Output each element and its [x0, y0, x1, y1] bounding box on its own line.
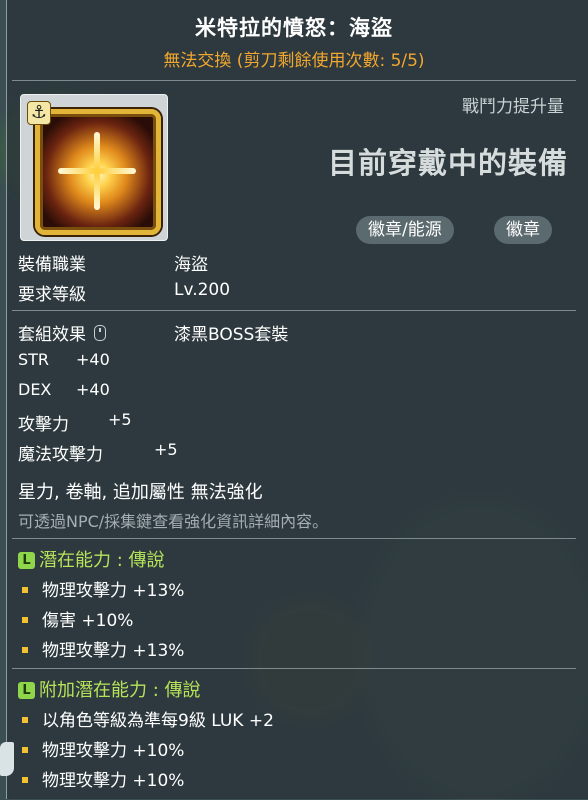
bullet-icon: [22, 717, 28, 723]
legendary-badge: L: [18, 682, 35, 699]
requirement-label: 裝備職業: [18, 255, 86, 275]
trade-status: 無法交換 (剪刀剩餘使用次數: 5/5): [163, 51, 425, 71]
stat-attack: 攻擊力 +5: [18, 410, 132, 435]
stat-value: +40: [76, 380, 110, 399]
potential-line: 物理攻擊力 +13%: [42, 641, 185, 661]
item-icon-frame: ⚓: [20, 94, 168, 241]
legendary-badge: L: [18, 552, 35, 569]
bonus-potential-line: 物理攻擊力 +10%: [42, 741, 185, 761]
enhancement-info-note: 可透過NPC/採集鍵查看強化資訊詳細內容。: [18, 512, 329, 531]
enhancement-restrictions: 星力, 卷軸, 追加屬性 無法強化: [18, 482, 263, 503]
bonus-potential-title: 附加潛在能力 : 傳說: [39, 680, 201, 701]
equipped-status: 目前穿戴中的裝備: [327, 146, 568, 180]
set-effect: 套組效果 漆黑BOSS套裝: [18, 320, 288, 345]
requirement-value: 海盜: [174, 255, 208, 275]
set-effect-value: 漆黑BOSS套裝: [174, 325, 289, 345]
mouse-cursor-icon: [0, 742, 14, 776]
stat-dex: DEX +40: [18, 380, 110, 399]
potential-title: 潛在能力 : 傳說: [39, 550, 165, 571]
emblem-icon: [35, 109, 161, 235]
potential-line: 物理攻擊力 +13%: [42, 581, 185, 601]
requirement-label: 要求等級: [18, 285, 86, 305]
item-name: 米特拉的憤怒：海盜: [195, 16, 393, 40]
stat-str: STR +40: [18, 350, 110, 369]
divider: [12, 538, 576, 539]
stat-value: +40: [76, 350, 110, 369]
bullet-icon: [22, 617, 28, 623]
divider: [12, 668, 576, 669]
set-effect-label: 套組效果: [18, 325, 86, 345]
divider: [12, 310, 576, 311]
bonus-potential-line: 以角色等級為準每9級 LUK +2: [42, 711, 274, 731]
type-tag: 徽章: [494, 216, 552, 244]
power-increase-label: 戰鬥力提升量: [462, 97, 564, 117]
category-tag: 徽章/能源: [356, 216, 454, 244]
potential-line: 傷害 +10%: [42, 611, 134, 631]
potential-header: L 潛在能力 : 傳說: [18, 546, 165, 572]
requirement-value: Lv.200: [174, 280, 231, 300]
bullet-icon: [22, 587, 28, 593]
stat-name: DEX: [18, 380, 52, 399]
stat-name: STR: [18, 350, 50, 369]
mouse-icon: [94, 325, 106, 341]
anchor-icon: ⚓: [27, 101, 51, 125]
stat-magic-attack: 魔法攻擊力 +5: [18, 440, 178, 465]
stat-name: 魔法攻擊力: [18, 445, 103, 465]
bonus-potential-line: 物理攻擊力 +10%: [42, 771, 185, 791]
emblem-glow: [58, 168, 136, 174]
divider: [12, 80, 576, 81]
bonus-potential-header: L 附加潛在能力 : 傳說: [18, 676, 201, 702]
bullet-icon: [22, 747, 28, 753]
stat-name: 攻擊力: [18, 415, 69, 435]
bullet-icon: [22, 647, 28, 653]
level-requirement: 要求等級 Lv.200: [18, 280, 230, 305]
stat-value: +5: [108, 410, 132, 429]
job-requirement: 裝備職業 海盜: [18, 250, 208, 275]
stat-value: +5: [154, 440, 178, 459]
bullet-icon: [22, 777, 28, 783]
